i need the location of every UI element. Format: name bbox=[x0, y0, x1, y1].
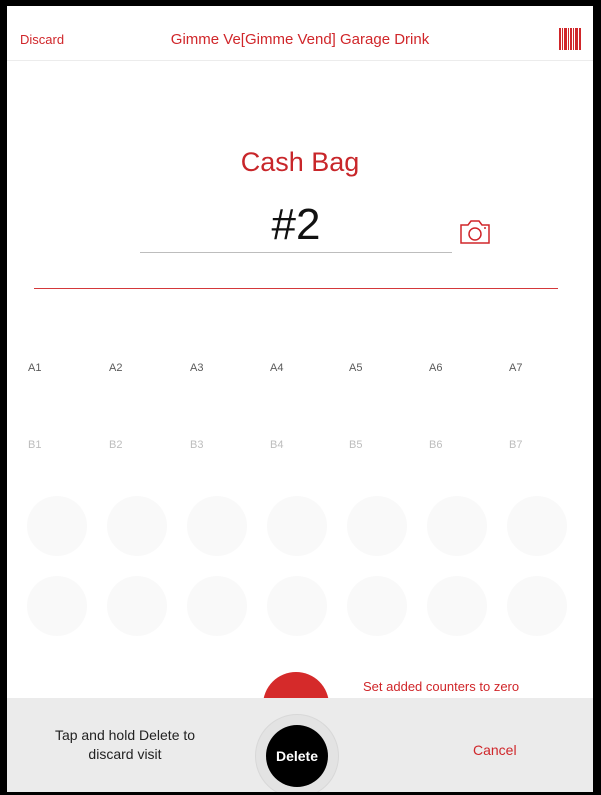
slot-label[interactable]: B2 bbox=[109, 439, 149, 451]
ghost-counter bbox=[27, 496, 87, 556]
slot-label[interactable]: B5 bbox=[349, 439, 389, 451]
slot-label[interactable]: A2 bbox=[109, 362, 149, 374]
slot-label[interactable]: B7 bbox=[509, 439, 549, 451]
ghost-counter bbox=[187, 496, 247, 556]
section-divider bbox=[34, 288, 558, 289]
slot-label[interactable]: B1 bbox=[28, 439, 68, 451]
ghost-counter bbox=[347, 576, 407, 636]
bag-number-underline bbox=[140, 252, 452, 253]
ghost-counter bbox=[267, 496, 327, 556]
ghost-counter bbox=[427, 496, 487, 556]
ghost-counter bbox=[507, 576, 567, 636]
page-title: Gimme Ve[Gimme Vend] Garage Drink bbox=[170, 31, 430, 48]
delete-hint-line: discard visit bbox=[88, 746, 162, 762]
delete-button[interactable]: Delete bbox=[266, 725, 328, 787]
slot-label[interactable]: A6 bbox=[429, 362, 469, 374]
delete-confirm-panel: Tap and hold Delete to discard visit Del… bbox=[7, 698, 593, 792]
delete-hint: Tap and hold Delete to discard visit bbox=[37, 726, 213, 764]
ghost-counter bbox=[107, 576, 167, 636]
ghost-counter bbox=[507, 496, 567, 556]
ghost-counter bbox=[187, 576, 247, 636]
slot-label[interactable]: B6 bbox=[429, 439, 469, 451]
navigation-bar: Discard Gimme Ve[Gimme Vend] Garage Drin… bbox=[7, 6, 593, 61]
ghost-counter bbox=[27, 576, 87, 636]
zero-counters-button[interactable]: Set added counters to zero bbox=[363, 679, 519, 694]
slot-label[interactable]: A3 bbox=[190, 362, 230, 374]
barcode-icon[interactable] bbox=[559, 28, 581, 50]
slot-label[interactable]: A7 bbox=[509, 362, 549, 374]
slot-label[interactable]: B3 bbox=[190, 439, 230, 451]
ghost-counter bbox=[107, 496, 167, 556]
cash-bag-heading: Cash Bag bbox=[240, 147, 360, 177]
slot-label[interactable]: B4 bbox=[270, 439, 310, 451]
app-screen: Discard Gimme Ve[Gimme Vend] Garage Drin… bbox=[7, 6, 593, 792]
ghost-counter bbox=[267, 576, 327, 636]
slot-label[interactable]: A1 bbox=[28, 362, 68, 374]
cancel-button[interactable]: Cancel bbox=[473, 742, 517, 758]
camera-icon[interactable] bbox=[458, 219, 492, 245]
slot-label[interactable]: A4 bbox=[270, 362, 310, 374]
bag-number-field[interactable]: #2 bbox=[140, 200, 452, 250]
ghost-counter bbox=[347, 496, 407, 556]
ghost-counter bbox=[427, 576, 487, 636]
slot-label[interactable]: A5 bbox=[349, 362, 389, 374]
delete-hint-line: Tap and hold Delete to bbox=[54, 727, 196, 743]
